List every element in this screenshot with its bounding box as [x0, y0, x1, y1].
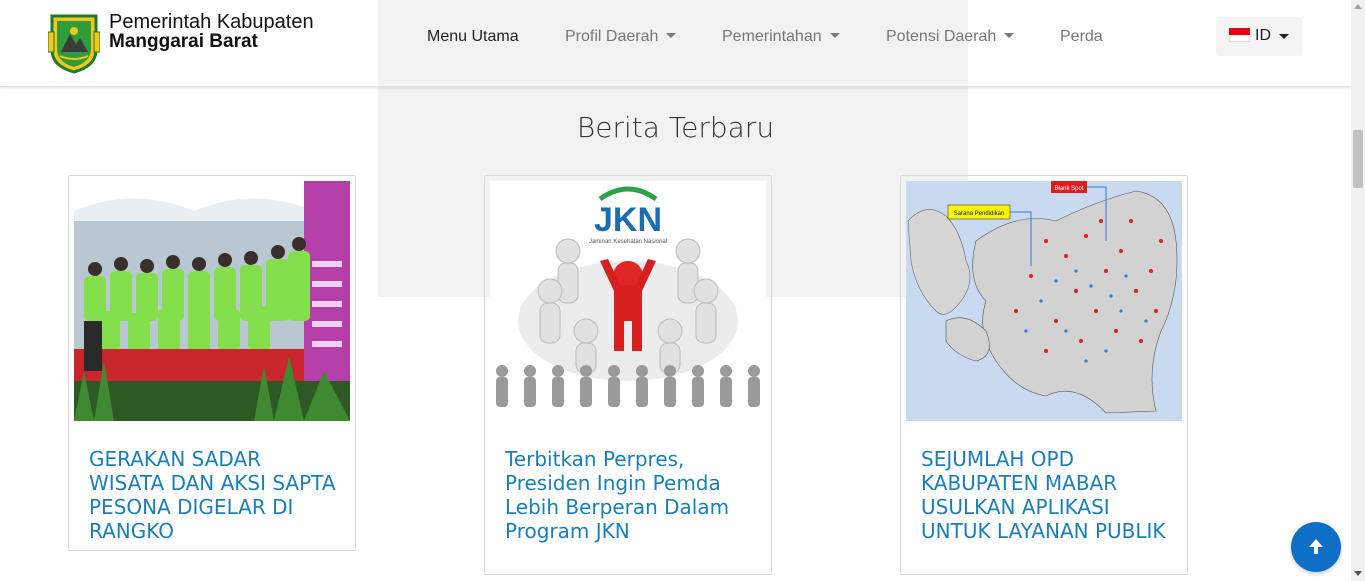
caret-down-icon	[1004, 33, 1015, 38]
nav-item-menu-utama[interactable]: Menu Utama	[427, 28, 519, 46]
regency-logo[interactable]	[47, 12, 101, 74]
news-card[interactable]: Blank Spot Sarana Pendidikan SEJUMLAH OP…	[900, 175, 1188, 575]
svg-text:Jaminan Kesehatan Nasional: Jaminan Kesehatan Nasional	[589, 239, 667, 245]
scroll-up-arrow-icon[interactable]	[1354, 4, 1362, 9]
arrow-up-stem	[1314, 546, 1318, 554]
brand-line1: Pemerintah Kabupaten	[109, 11, 314, 33]
news-image-group-photo[interactable]	[74, 181, 350, 421]
caret-down-icon	[829, 33, 840, 38]
caret-down-icon	[666, 33, 677, 38]
page-scrollbar[interactable]	[1351, 0, 1365, 581]
news-title-link[interactable]: Terbitkan Perpres, Presiden Ingin Pemda …	[505, 447, 755, 543]
nav-item-pemerintahan[interactable]: Pemerintahan	[722, 28, 840, 46]
section-title: Berita Terbaru	[576, 111, 775, 144]
site-header: Pemerintah Kabupaten Manggarai Barat Men…	[0, 0, 1351, 87]
map-label-blank-spot: Blank Spot	[1054, 186, 1083, 192]
scrollbar-thumb[interactable]	[1353, 130, 1363, 188]
nav-label: Potensi Daerah	[886, 28, 997, 45]
language-dropdown[interactable]: ID	[1216, 17, 1302, 56]
scroll-down-arrow-icon[interactable]	[1354, 571, 1362, 576]
nav-label: Profil Daerah	[565, 28, 659, 45]
nav-item-potensi-daerah[interactable]: Potensi Daerah	[886, 28, 1015, 46]
news-title-link[interactable]: SEJUMLAH OPD KABUPATEN MABAR USULKAN APL…	[921, 447, 1171, 543]
map-label-sarana-pendidikan: Sarana Pendidikan	[954, 211, 1005, 217]
news-card[interactable]: GERAKAN SADAR WISATA DAN AKSI SAPTA PESO…	[68, 175, 356, 551]
language-code: ID	[1255, 27, 1271, 44]
news-card[interactable]: JKN Jaminan Kesehatan Nasional Terbitkan…	[484, 175, 772, 575]
nav-label: Perda	[1060, 28, 1103, 45]
nav-item-perda[interactable]: Perda	[1060, 28, 1103, 46]
news-image-map[interactable]: Blank Spot Sarana Pendidikan	[906, 181, 1182, 421]
caret-down-icon	[1279, 34, 1289, 39]
nav-label: Pemerintahan	[722, 28, 822, 45]
indonesia-flag-icon	[1229, 28, 1250, 42]
nav-label: Menu Utama	[427, 28, 519, 45]
news-title-link[interactable]: GERAKAN SADAR WISATA DAN AKSI SAPTA PESO…	[89, 447, 339, 543]
svg-text:JKN: JKN	[594, 201, 662, 239]
brand-line2: Manggarai Barat	[109, 31, 258, 52]
back-to-top-button[interactable]	[1291, 522, 1341, 572]
brand-title[interactable]: Pemerintah Kabupaten Manggarai Barat	[109, 12, 314, 52]
news-image-jkn[interactable]: JKN Jaminan Kesehatan Nasional	[490, 181, 766, 421]
nav-item-profil-daerah[interactable]: Profil Daerah	[565, 28, 677, 46]
